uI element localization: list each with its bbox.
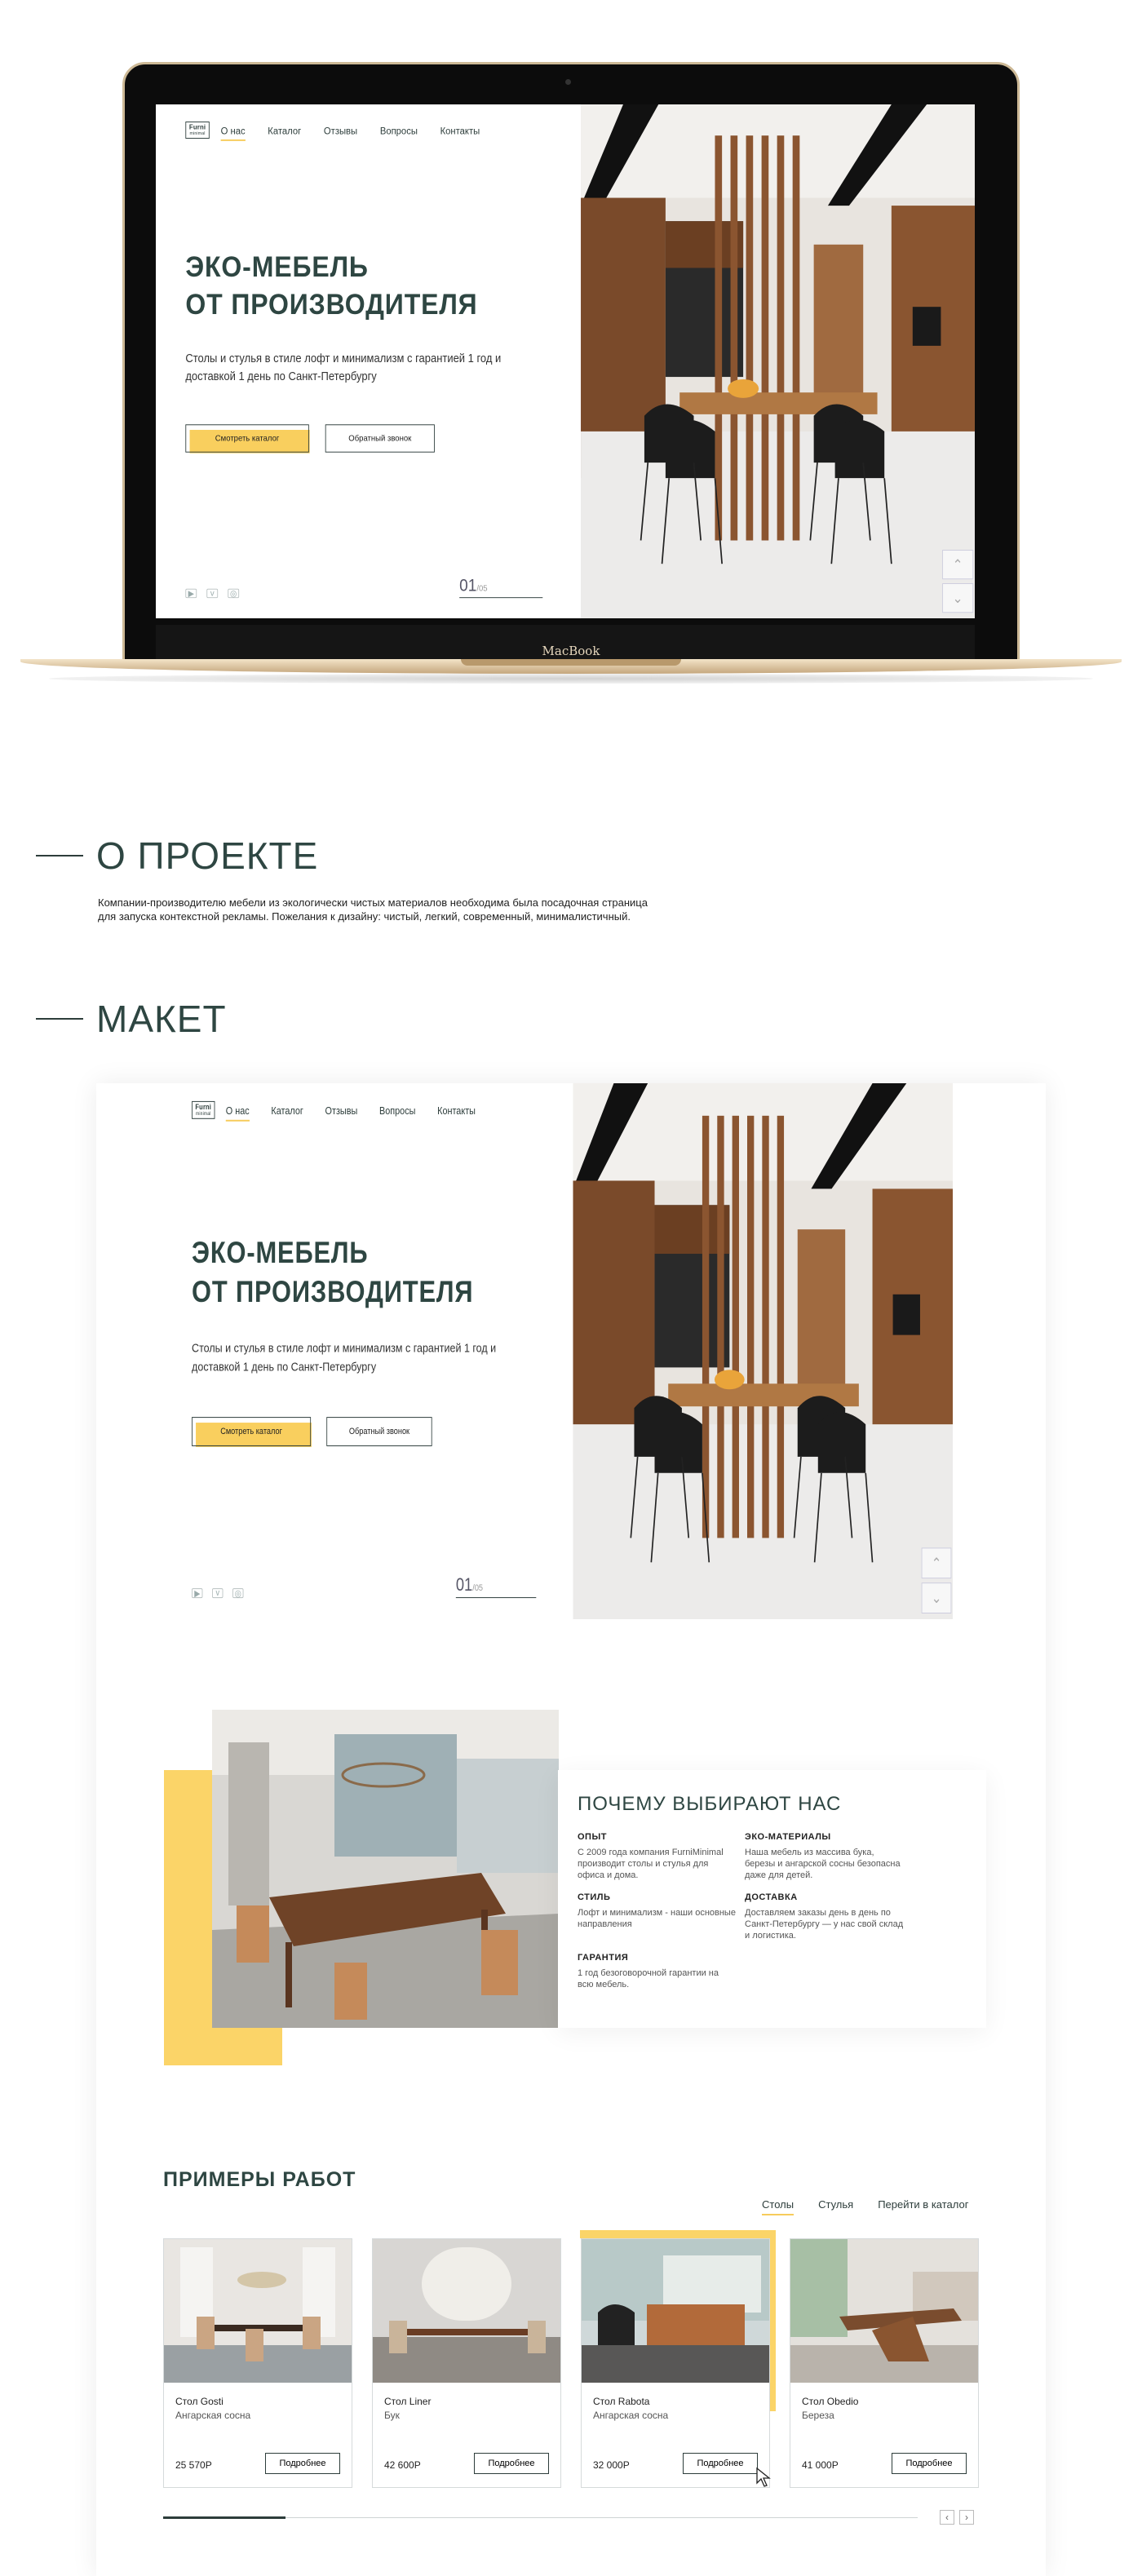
mouse-cursor-icon [756,2467,771,2487]
details-button[interactable]: Подробнее [265,2453,340,2474]
heading-dash [36,855,83,856]
nav-item-contacts[interactable]: Контакты [437,1104,476,1117]
vk-icon[interactable]: v [206,588,219,599]
product-photo [164,2239,352,2383]
hero-section-laptop: Furni minimal О нас Каталог Отзывы Вопрос… [156,104,975,618]
view-catalog-button[interactable]: Смотреть каталог [185,424,309,453]
slide-counter: 01/05 [459,575,543,599]
instagram-icon[interactable]: ◎ [232,1588,244,1599]
dining-room-photo [212,1710,559,2028]
laptop-brand-label: MacBook [542,644,600,658]
product-name: Стол Gosti [175,2396,224,2407]
why-item-warranty: ГАРАНТИЯ 1 год безоговорочной гарантии на… [578,1953,719,1990]
maket-title: МАКЕТ [96,998,227,1040]
catalog-link[interactable]: Перейти в каталог [878,2198,968,2211]
main-nav: О нас Каталог Отзывы Вопросы Контакты [225,1104,498,1122]
product-price: 42 600Р [384,2459,421,2471]
product-price: 41 000Р [802,2459,839,2471]
hero-section: Furni minimal О нас Каталог Отзывы Вопрос… [163,1083,954,1619]
why-item-eco: ЭКО-МАТЕРИАЛЫ Наша мебель из массива бука… [745,1832,901,1880]
social-links: ▶ v ◎ [185,588,240,599]
nav-item-faq[interactable]: Вопросы [380,125,418,136]
product-card[interactable]: Стол Liner Бук 42 600Р Подробнее [372,2238,561,2488]
nav-item-reviews[interactable]: Отзывы [325,1104,358,1117]
camera-icon [565,79,571,85]
about-heading: О ПРОЕКТЕ [36,834,318,878]
product-photo [790,2239,978,2383]
youtube-icon[interactable]: ▶ [185,588,197,599]
landing-mockup: Furni minimal О нас Каталог Отзывы Вопрос… [96,1083,1046,2576]
product-cards: Стол Gosti Ангарская сосна 25 570Р Подро… [163,2238,979,2488]
product-price: 25 570Р [175,2459,212,2471]
nav-item-contacts[interactable]: Контакты [440,125,480,136]
nav-item-about[interactable]: О нас [220,125,246,141]
why-item-style: СТИЛЬ Лофт и минимализм - наши основные н… [578,1892,736,1929]
product-price: 32 000Р [593,2459,630,2471]
product-card[interactable]: Стол Obedio Береза 41 000Р Подробнее [790,2238,979,2488]
slide-counter: 01/05 [455,1574,537,1599]
product-material: Бук [384,2410,400,2421]
card-highlight-top [580,2230,774,2238]
works-title: ПРИМЕРЫ РАБОТ [163,2168,356,2191]
social-links: ▶ v ◎ [192,1588,244,1599]
product-material: Береза [802,2410,834,2421]
instagram-icon[interactable]: ◎ [228,588,240,599]
hero-title: ЭКО-МЕБЕЛЬ ОТ ПРОИЗВОДИТЕЛЯ [192,1236,474,1308]
tab-tables[interactable]: Столы [762,2198,795,2215]
slide-down-arrow-icon[interactable]: ⌄ [921,1582,952,1613]
product-card[interactable]: Стол Gosti Ангарская сосна 25 570Р Подро… [163,2238,352,2488]
view-catalog-button[interactable]: Смотреть каталог [192,1417,312,1446]
laptop-shadow [49,674,1093,684]
why-item-experience: ОПЫТ С 2009 года компания FurniMinimal пр… [578,1832,724,1880]
slide-up-arrow-icon[interactable]: ⌃ [942,549,974,580]
tab-chairs[interactable]: Стулья [818,2198,853,2211]
nav-item-about[interactable]: О нас [225,1104,250,1122]
why-item-delivery: ДОСТАВКА Доставляем заказы день в день по… [745,1892,904,1941]
hero-kitchen-photo [573,1083,954,1619]
nav-item-catalog[interactable]: Каталог [268,125,301,136]
product-photo [373,2239,560,2383]
heading-dash [36,1018,83,1020]
carousel-pager: ‹ › [940,2510,974,2525]
product-material: Ангарская сосна [175,2410,251,2421]
details-button[interactable]: Подробнее [474,2453,549,2474]
maket-heading: МАКЕТ [36,997,227,1041]
main-nav: О нас Каталог Отзывы Вопросы Контакты [220,125,502,141]
works-tabs: Столы Стулья Перейти в каталог [762,2198,969,2215]
product-photo [582,2239,769,2383]
product-name: Стол Obedio [802,2396,859,2407]
product-name: Стол Liner [384,2396,432,2407]
product-name: Стол Rabota [593,2396,650,2407]
slide-down-arrow-icon[interactable]: ⌄ [942,583,974,613]
youtube-icon[interactable]: ▶ [192,1588,203,1599]
hero-subtitle: Столы и стулья в стиле лофт и минимализм… [192,1341,497,1374]
nav-item-faq[interactable]: Вопросы [379,1104,415,1117]
laptop-screen: Furni minimal О нас Каталог Отзывы Вопрос… [156,104,975,618]
product-card[interactable]: Стол Rabota Ангарская сосна 32 000Р Подр… [581,2238,770,2488]
chevron-right-icon[interactable]: › [959,2510,974,2525]
logo[interactable]: Furni minimal [185,121,210,139]
details-button[interactable]: Подробнее [892,2453,967,2474]
vk-icon[interactable]: v [212,1588,224,1599]
laptop-notch [461,659,681,666]
why-choose-us-card: ПОЧЕМУ ВЫБИРАЮТ НАС ОПЫТ С 2009 года комп… [558,1770,986,2028]
nav-item-catalog[interactable]: Каталог [271,1104,303,1117]
why-title: ПОЧЕМУ ВЫБИРАЮТ НАС [578,1793,842,1815]
nav-item-reviews[interactable]: Отзывы [324,125,357,136]
product-material: Ангарская сосна [593,2410,669,2421]
slide-up-arrow-icon[interactable]: ⌃ [921,1547,952,1579]
hero-subtitle: Столы и стулья в стиле лофт и минимализм… [185,352,502,383]
details-button[interactable]: Подробнее [683,2453,758,2474]
carousel-progress-fill [163,2516,286,2519]
hero-title: ЭКО-МЕБЕЛЬ ОТ ПРОИЗВОДИТЕЛЯ [185,250,478,321]
about-text: Компании-производителю мебели из экологи… [98,896,648,923]
about-title: О ПРОЕКТЕ [96,834,319,877]
callback-button[interactable]: Обратный звонок [325,424,435,453]
logo[interactable]: Furni minimal [192,1100,215,1119]
hero-kitchen-photo [581,104,975,618]
callback-button[interactable]: Обратный звонок [326,1417,432,1446]
why-grid: ОПЫТ С 2009 года компания FurniMinimal пр… [578,1832,967,1990]
chevron-left-icon[interactable]: ‹ [940,2510,954,2525]
